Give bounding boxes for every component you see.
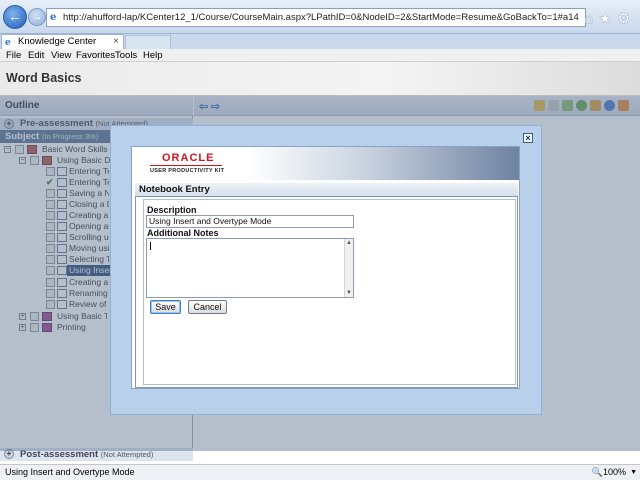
zoom-dropdown-icon[interactable]: ▼ [630,465,637,480]
post-assessment-status: (Not Attempted) [100,450,154,459]
back-button[interactable]: ← [3,5,27,29]
tab-title: Knowledge Center [18,36,97,47]
menu-edit[interactable]: Edit [28,49,44,62]
cancel-button[interactable]: Cancel [188,300,227,314]
page-title: Word Basics [6,71,82,85]
menu-tools[interactable]: Tools [115,49,137,62]
notes-scrollbar[interactable]: ▲ ▼ [344,239,353,297]
app-header: Word Basics [0,62,640,96]
scroll-down-arrow-icon[interactable]: ▼ [345,289,353,297]
tab-bar: e Knowledge Center × [0,34,640,49]
favorites-star-icon[interactable]: ★ [599,10,618,26]
browser-navbar: ← → e http://ahufford-lap/KCenter12_1/Co… [0,0,640,34]
text-caret [150,242,151,250]
close-tab-icon[interactable]: × [113,35,119,48]
logo-divider [150,165,222,166]
home-icon[interactable]: ⌂ [584,10,598,26]
menu-bar: File Edit View Favorites Tools Help [0,49,640,62]
oracle-logo-subtitle: USER PRODUCTIVITY KIT [150,168,225,174]
status-bar: Using Insert and Overtype Mode 🔍100% ▼ [0,464,640,480]
ie-page-icon: e [50,12,57,23]
zoom-value: 100% [602,467,626,477]
additional-notes-label: Additional Notes [147,228,219,238]
additional-notes-textarea[interactable]: ▲ ▼ [146,238,354,298]
notebook-panel-title: Notebook Entry [135,183,518,197]
oracle-logo: ORACLE [162,152,215,164]
browser-toolbar-icons: ⌂★⚙ [584,10,636,27]
tools-gear-icon[interactable]: ⚙ [617,10,636,26]
new-tab-button[interactable] [125,35,171,49]
tab-knowledge-center[interactable]: e Knowledge Center × [1,34,124,49]
address-bar[interactable]: e http://ahufford-lap/KCenter12_1/Course… [46,8,586,27]
zoom-level[interactable]: 🔍100% [592,465,626,480]
zoom-icon: 🔍 [591,467,603,477]
description-field[interactable]: Using Insert and Overtype Mode [146,215,354,228]
menu-favorites[interactable]: Favorites [76,49,115,62]
menu-view[interactable]: View [51,49,71,62]
close-icon[interactable]: × [523,133,533,143]
description-label: Description [147,205,197,215]
forward-button[interactable]: → [28,8,46,26]
scroll-up-arrow-icon[interactable]: ▲ [345,239,353,247]
menu-help[interactable]: Help [143,49,163,62]
url-text: http://ahufford-lap/KCenter12_1/Course/C… [63,12,579,23]
menu-file[interactable]: File [6,49,21,62]
status-text: Using Insert and Overtype Mode [5,467,135,477]
save-button[interactable]: Save [150,300,181,314]
